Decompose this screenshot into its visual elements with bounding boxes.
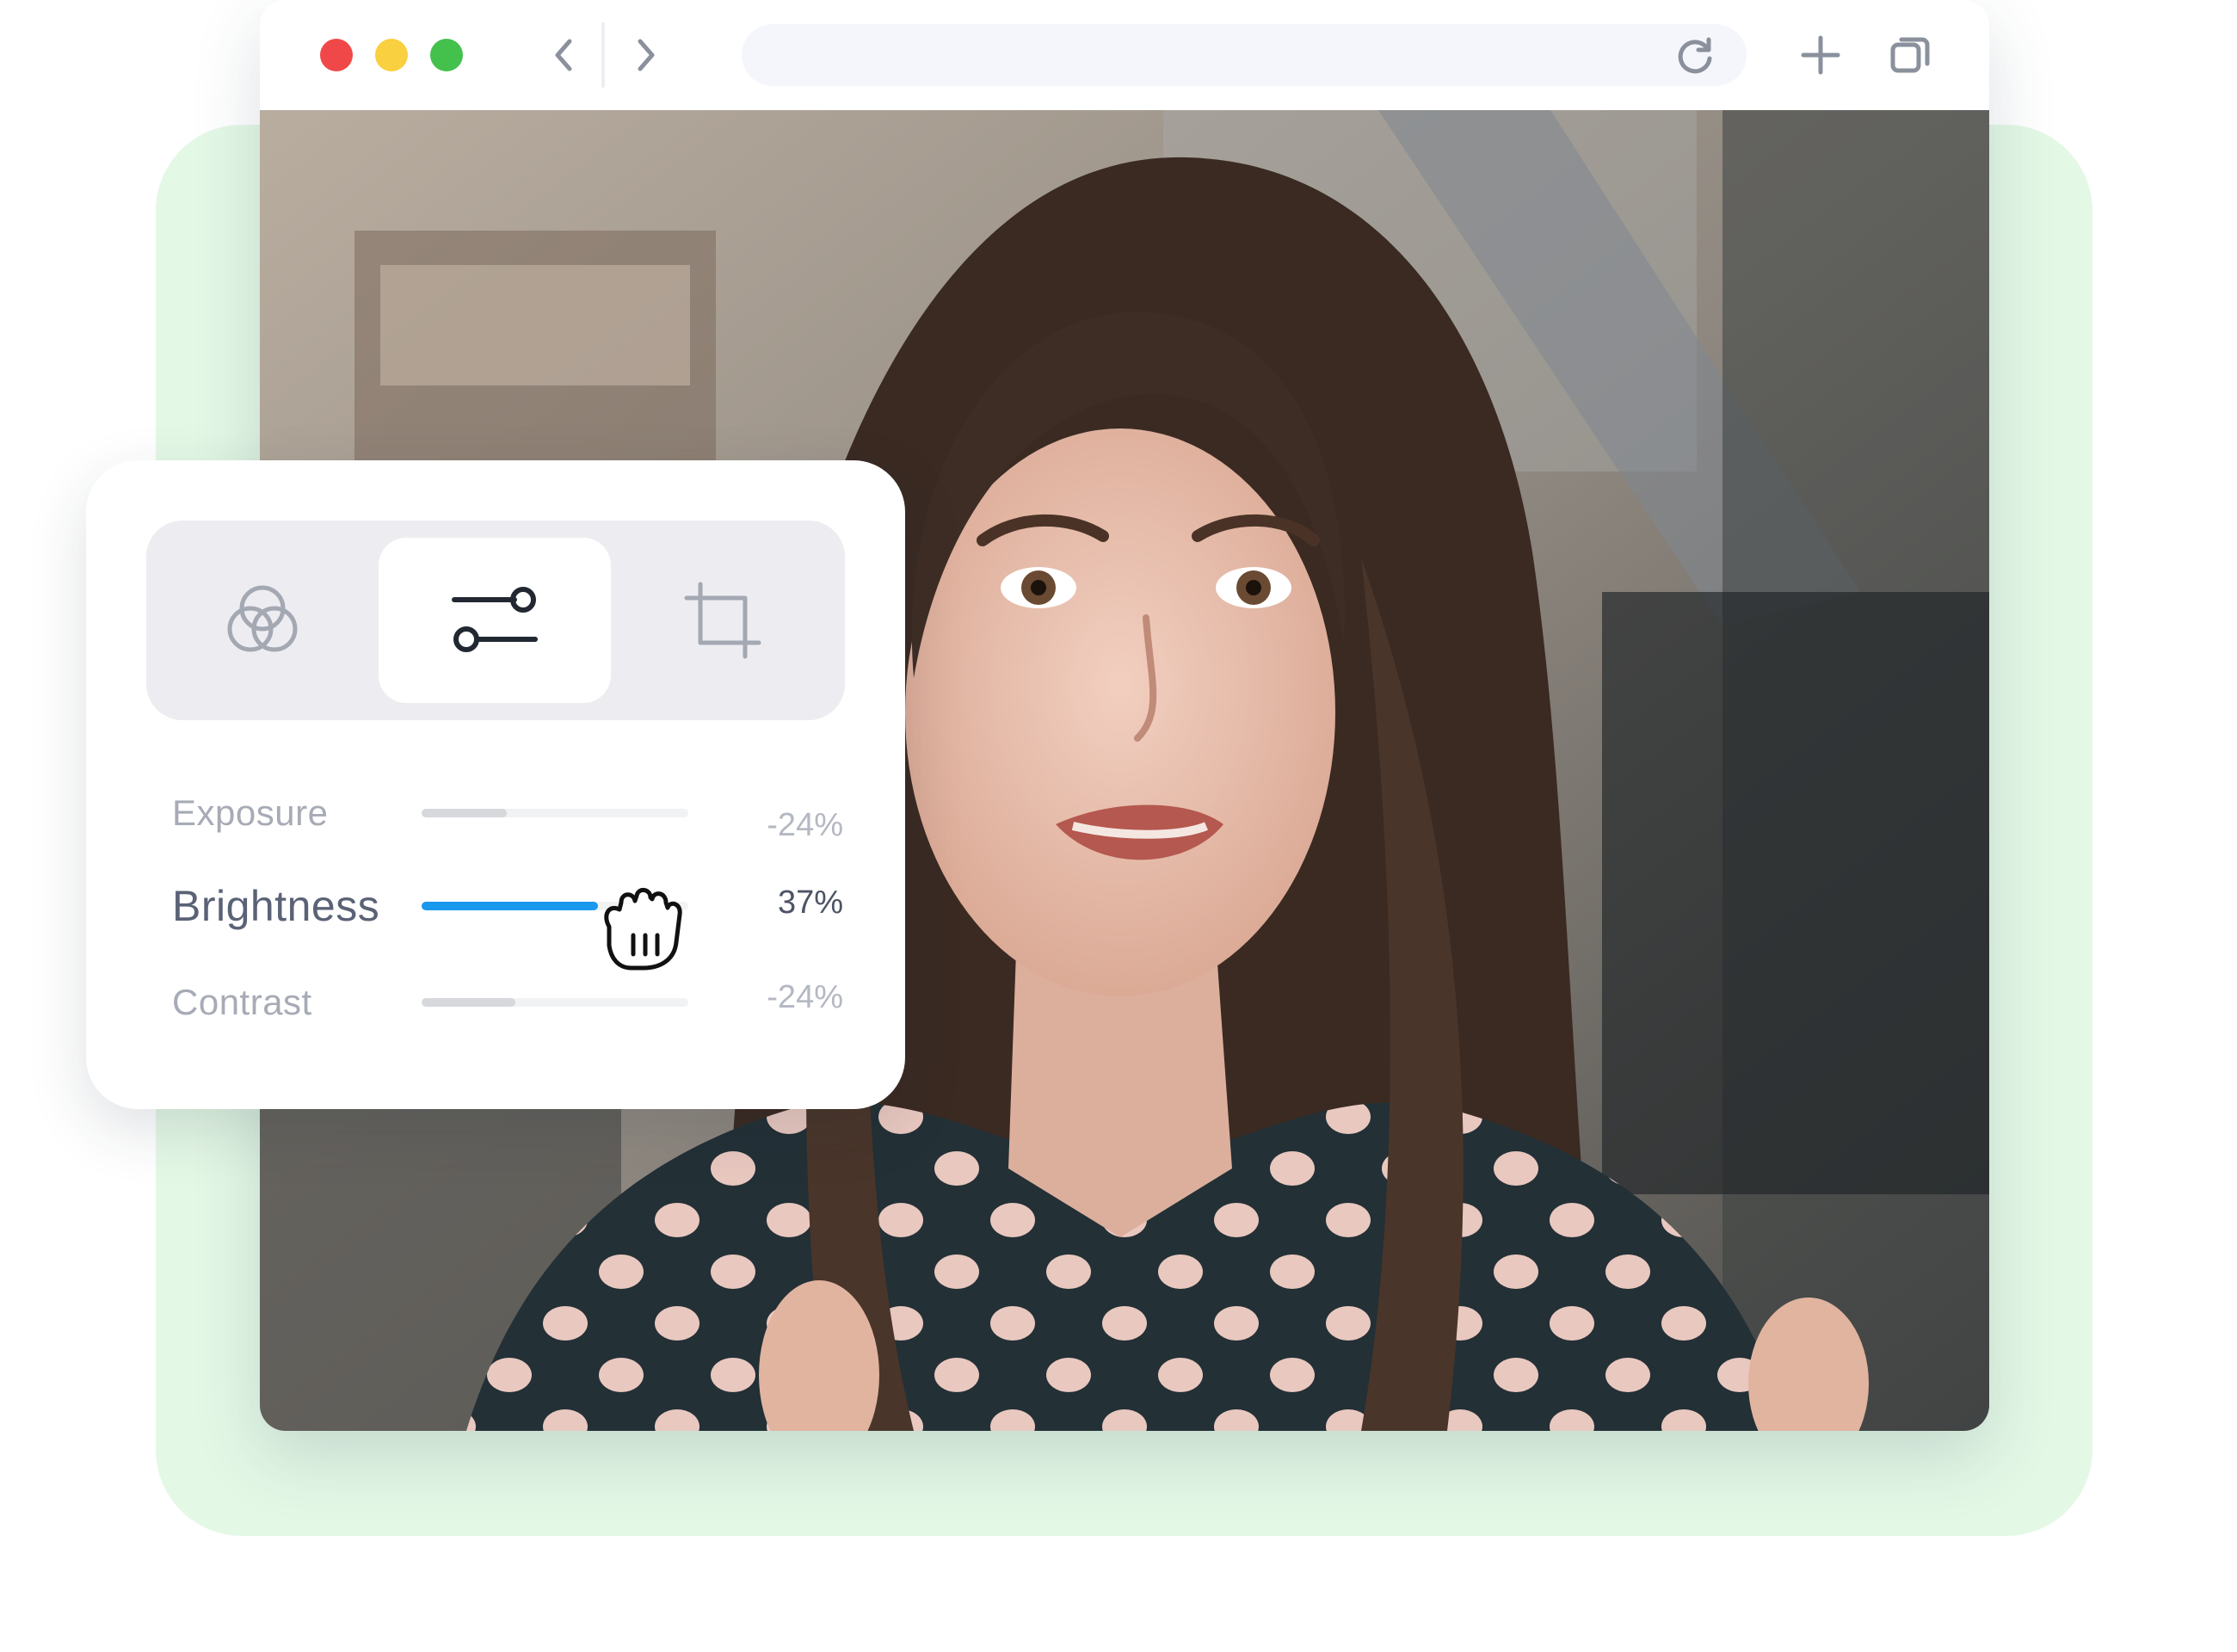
sliders-icon (452, 587, 538, 652)
chevron-left-icon (555, 39, 572, 71)
contrast-label: Contrast (172, 982, 312, 1022)
brightness-value: 37% (777, 885, 843, 921)
image-adjust-panel: Exposure -24% Brightness 37% Contrast -2… (86, 460, 905, 1109)
reload-button[interactable] (1669, 29, 1721, 81)
chevron-right-icon (638, 39, 655, 71)
brightness-row: Brightness 37% (172, 872, 843, 940)
address-bar[interactable] (742, 24, 1747, 86)
tool-switcher (146, 521, 845, 720)
exposure-slider[interactable] (422, 809, 688, 817)
exposure-label: Exposure (172, 792, 329, 833)
forward-button[interactable] (616, 24, 676, 86)
close-window-button[interactable] (320, 39, 353, 71)
browser-titlebar (260, 0, 1989, 110)
contrast-slider-fill (422, 998, 515, 1007)
exposure-slider-fill (422, 809, 508, 817)
contrast-slider[interactable] (422, 998, 688, 1007)
grab-hand-icon (604, 888, 682, 971)
tool-crop[interactable] (611, 521, 843, 720)
crop-icon (684, 582, 761, 659)
brightness-slider-fill (422, 902, 598, 910)
tool-adjust[interactable] (379, 538, 611, 703)
color-circles-icon (227, 585, 298, 652)
minimize-window-button[interactable] (375, 39, 408, 71)
maximize-window-button[interactable] (430, 39, 463, 71)
reload-icon (1678, 37, 1712, 74)
back-button[interactable] (533, 24, 594, 86)
new-tab-button[interactable] (1795, 29, 1846, 81)
tool-color[interactable] (146, 521, 379, 720)
tabs-overview-button[interactable] (1884, 29, 1936, 81)
brightness-label: Brightness (172, 882, 380, 930)
plus-icon (1801, 35, 1840, 75)
contrast-value: -24% (767, 979, 843, 1015)
exposure-value: -24% (767, 807, 843, 843)
contrast-row: Contrast -24% (172, 968, 843, 1037)
exposure-row: Exposure -24% (172, 779, 843, 848)
tabs-icon (1890, 37, 1930, 73)
nav-divider (601, 22, 605, 88)
